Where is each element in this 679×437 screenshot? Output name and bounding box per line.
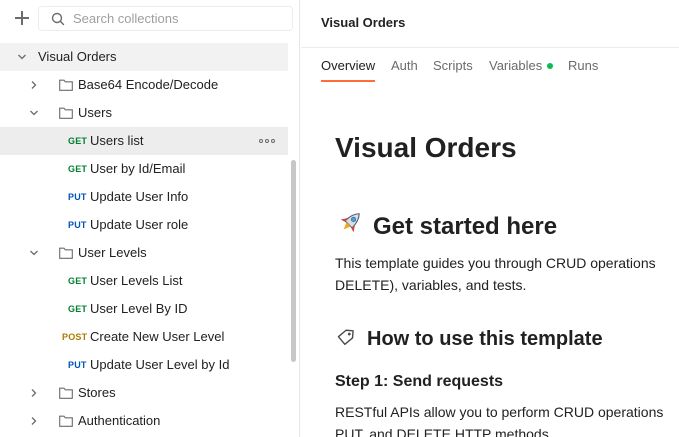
tab-scripts[interactable]: Scripts xyxy=(433,58,473,73)
tab-label: Scripts xyxy=(433,58,473,73)
request-label: Users list xyxy=(90,133,144,148)
folder-icon xyxy=(59,387,73,399)
rocket-icon xyxy=(335,208,365,245)
tab-overview[interactable]: Overview xyxy=(321,58,376,82)
search-box[interactable] xyxy=(38,6,293,31)
paragraph-line: PUT, and DELETE HTTP methods. xyxy=(335,426,553,437)
sidebar-scrollbar[interactable] xyxy=(291,160,296,362)
method-badge: POST xyxy=(62,332,88,342)
method-badge: PUT xyxy=(68,220,87,230)
request-label: Update User Level by Id xyxy=(90,357,230,372)
section-heading: Get started here xyxy=(335,208,557,245)
chevron-right-icon[interactable] xyxy=(28,415,40,427)
page-title: Visual Orders xyxy=(321,15,406,30)
folder-label: Stores xyxy=(78,385,116,400)
folder-label: User Levels xyxy=(78,245,147,260)
sidebar-toolbar xyxy=(0,0,299,38)
chevron-down-icon[interactable] xyxy=(16,51,28,63)
main-panel: Visual Orders Overview Auth Scripts Vari… xyxy=(301,0,679,437)
paragraph-line: DELETE), variables, and tests. xyxy=(335,277,527,293)
folder-user-levels[interactable]: User Levels xyxy=(0,239,288,267)
folder-icon xyxy=(59,415,73,427)
tab-label: Runs xyxy=(568,58,599,73)
request-user-by-id[interactable]: GET User by Id/Email xyxy=(0,155,288,183)
tab-variables[interactable]: Variables xyxy=(489,58,554,73)
paragraph-line: RESTful APIs allow you to perform CRUD o… xyxy=(335,404,664,420)
step-heading: Step 1: Send requests xyxy=(335,373,504,390)
request-create-user-level[interactable]: POST Create New User Level xyxy=(0,323,288,351)
sidebar: Visual Orders Base64 Encode/Decode Users… xyxy=(0,0,300,437)
header-divider xyxy=(301,47,679,48)
request-user-levels-list[interactable]: GET User Levels List xyxy=(0,267,288,295)
folder-label: Base64 Encode/Decode xyxy=(78,77,219,92)
folder-icon xyxy=(59,247,73,259)
collection-tree: Visual Orders Base64 Encode/Decode Users… xyxy=(0,43,288,435)
request-update-user-level[interactable]: PUT Update User Level by Id xyxy=(0,351,288,379)
search-input[interactable] xyxy=(73,9,283,28)
request-update-user-info[interactable]: PUT Update User Info xyxy=(0,183,288,211)
folder-label: Authentication xyxy=(78,413,161,428)
method-badge: GET xyxy=(68,304,88,314)
request-label: Update User role xyxy=(90,217,189,232)
request-label: User Level By ID xyxy=(90,301,188,316)
method-badge: GET xyxy=(68,164,88,174)
request-label: User Levels List xyxy=(90,273,183,288)
collection-label: Visual Orders xyxy=(38,49,117,64)
more-options-icon[interactable] xyxy=(259,136,277,146)
section-heading: How to use this template xyxy=(335,324,603,354)
method-badge: PUT xyxy=(68,192,87,202)
request-label: Create New User Level xyxy=(90,329,225,344)
method-badge: PUT xyxy=(68,360,87,370)
section-title: How to use this template xyxy=(367,327,603,350)
doc-heading: Visual Orders xyxy=(335,132,517,163)
tab-auth[interactable]: Auth xyxy=(391,58,418,73)
active-tab-indicator xyxy=(321,80,375,82)
request-label: User by Id/Email xyxy=(90,161,186,176)
request-label: Update User Info xyxy=(90,189,189,204)
request-users-list[interactable]: GET Users list xyxy=(0,127,288,155)
section-title: Get started here xyxy=(373,212,558,240)
search-icon xyxy=(51,12,65,26)
bookmark-tag-icon xyxy=(335,324,359,354)
method-badge: GET xyxy=(68,136,88,146)
folder-icon xyxy=(59,107,73,119)
new-button[interactable] xyxy=(10,6,34,30)
chevron-down-icon[interactable] xyxy=(28,247,40,259)
request-update-user-role[interactable]: PUT Update User role xyxy=(0,211,288,239)
folder-base64[interactable]: Base64 Encode/Decode xyxy=(0,71,288,99)
status-dot-icon xyxy=(547,63,554,69)
tab-runs[interactable]: Runs xyxy=(568,58,598,73)
paragraph-line: This template guides you through CRUD op… xyxy=(335,255,656,271)
collection-visual-orders[interactable]: Visual Orders xyxy=(0,43,288,71)
tab-label: Auth xyxy=(391,58,418,73)
folder-label: Users xyxy=(78,105,112,120)
chevron-right-icon[interactable] xyxy=(28,387,40,399)
tab-label: Overview xyxy=(321,58,376,73)
tab-label: Variables xyxy=(489,58,543,73)
method-badge: GET xyxy=(68,276,88,286)
chevron-down-icon[interactable] xyxy=(28,107,40,119)
folder-users[interactable]: Users xyxy=(0,99,288,127)
folder-authentication[interactable]: Authentication xyxy=(0,407,288,435)
chevron-right-icon[interactable] xyxy=(28,79,40,91)
request-user-level-by-id[interactable]: GET User Level By ID xyxy=(0,295,288,323)
folder-icon xyxy=(59,79,73,91)
folder-stores[interactable]: Stores xyxy=(0,379,288,407)
